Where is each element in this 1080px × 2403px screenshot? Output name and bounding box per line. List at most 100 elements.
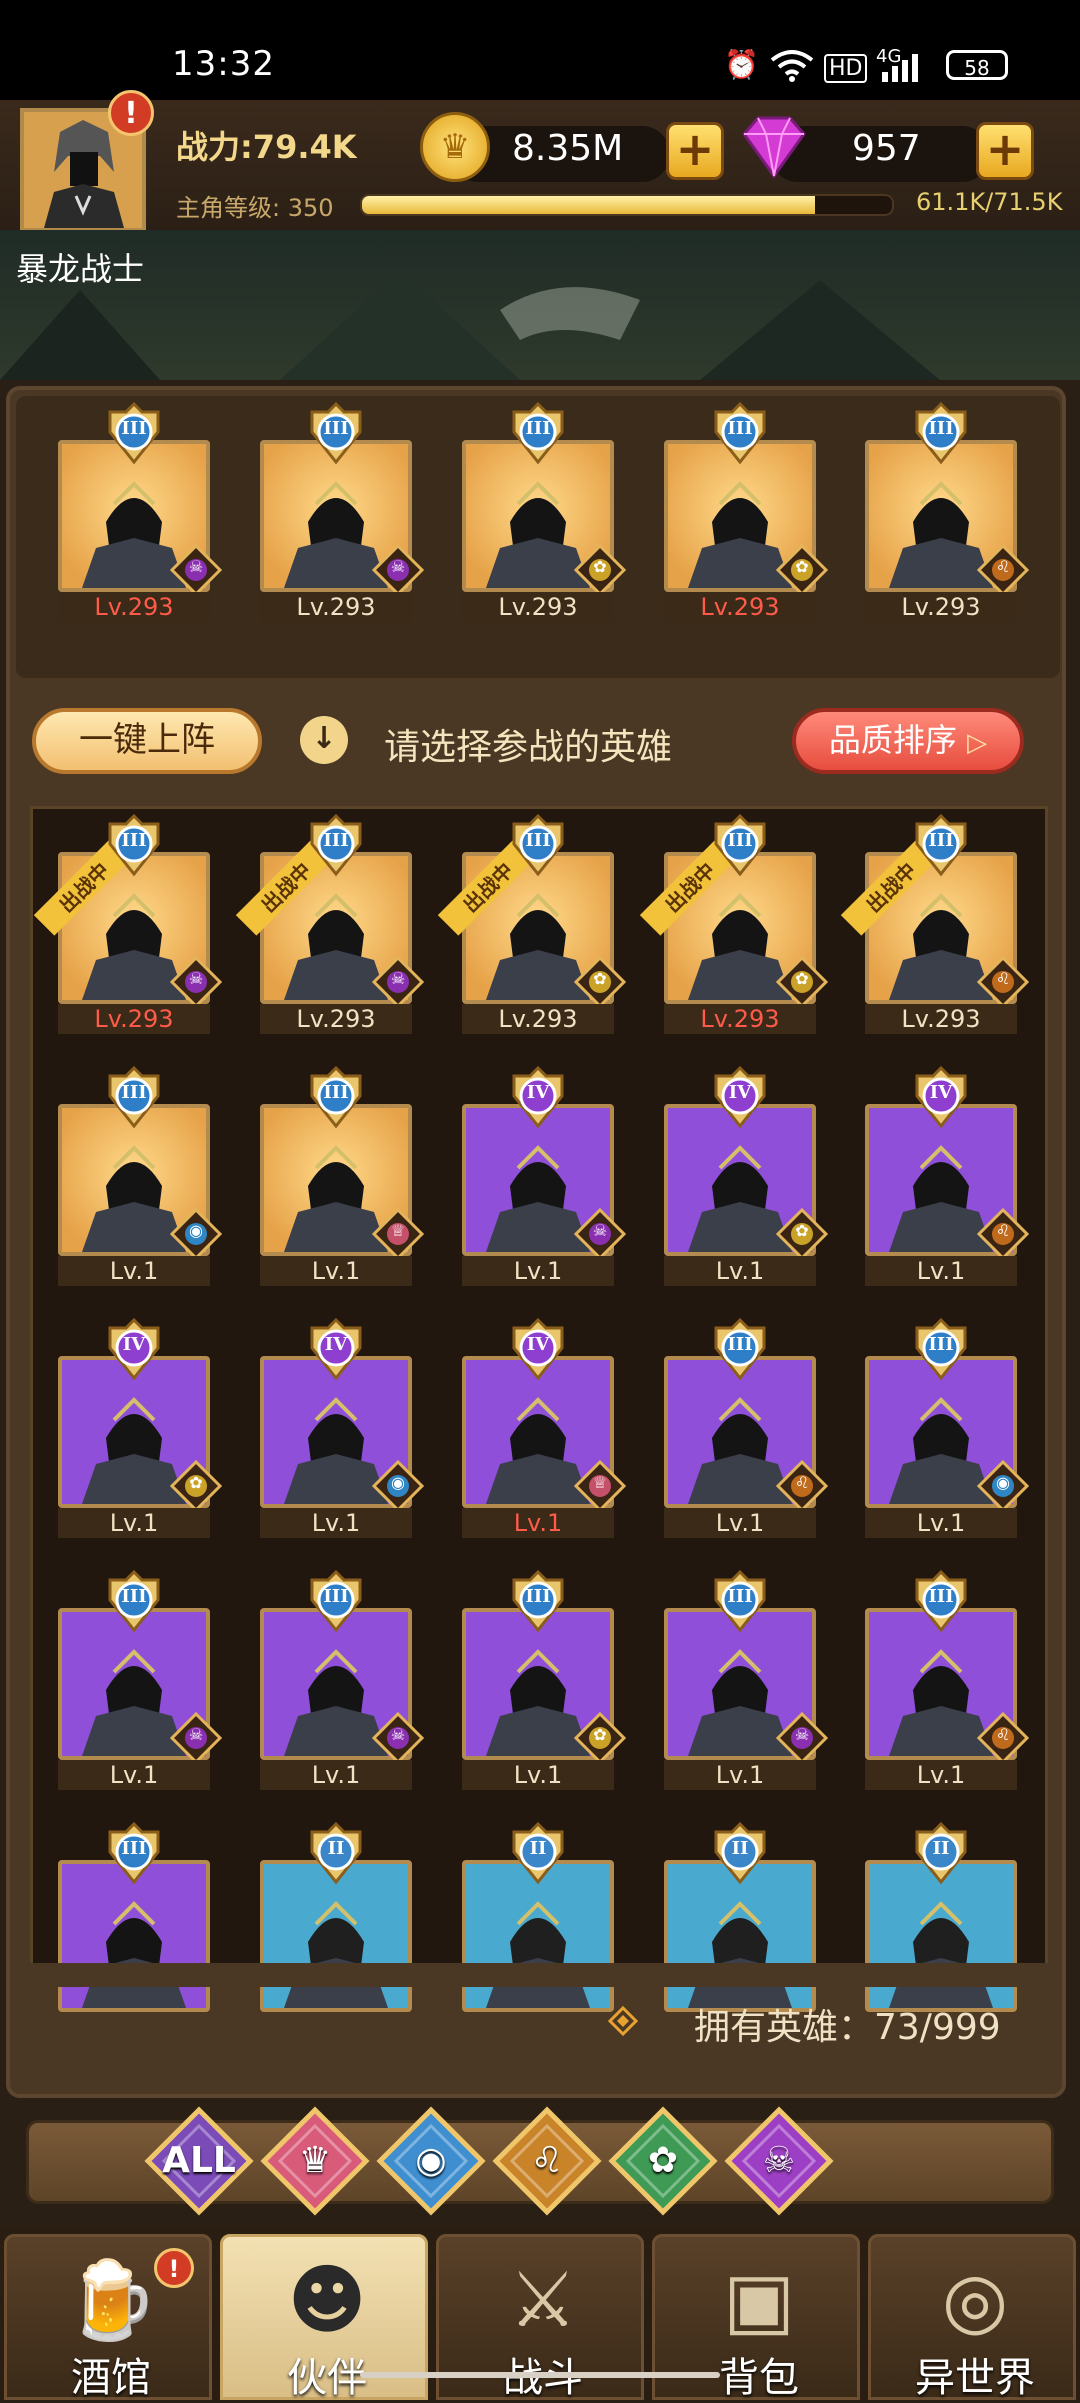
grid-rank-label: II bbox=[932, 1838, 950, 1859]
lineup-race-glyph: ☠ bbox=[188, 557, 204, 576]
filter-demon-race-button[interactable]: ☠ bbox=[724, 2106, 834, 2216]
grid-rank-badge-icon: III bbox=[909, 1317, 973, 1382]
grid-race-glyph: ✿ bbox=[593, 969, 607, 988]
filter-goblin-race-button[interactable]: ◉ bbox=[376, 2106, 486, 2216]
lineup-hero-level: Lv.293 bbox=[865, 592, 1017, 622]
lineup-race-glyph: ☠ bbox=[390, 557, 406, 576]
lineup-rank-badge-icon: III bbox=[304, 401, 368, 466]
quick-deploy-button[interactable]: 一键上阵 bbox=[32, 708, 262, 774]
grid-rank-label: III bbox=[727, 1586, 753, 1607]
status-time: 13:32 bbox=[172, 44, 275, 84]
grid-rank-badge-icon: IV bbox=[506, 1317, 570, 1382]
grid-rank-label: IV bbox=[526, 1082, 550, 1103]
avatar-alert-badge: ! bbox=[108, 90, 154, 136]
hd-indicator: HD bbox=[824, 54, 868, 83]
grid-rank-badge-icon: III bbox=[102, 1821, 166, 1886]
lineup-rank-label: III bbox=[525, 418, 551, 439]
grid-hero-level: Lv.1 bbox=[58, 1256, 210, 1286]
grid-race-glyph: ☠ bbox=[188, 1725, 204, 1744]
lineup-race-glyph: ✿ bbox=[795, 557, 809, 576]
grid-race-glyph: ♌ bbox=[794, 1473, 810, 1492]
grid-rank-badge-icon: III bbox=[304, 1569, 368, 1634]
add-gems-button[interactable]: + bbox=[976, 122, 1034, 180]
grid-race-glyph: ◉ bbox=[996, 1473, 1010, 1492]
grid-demon-race-icon: ☠ bbox=[573, 1207, 627, 1261]
filter-all-button[interactable]: ALL bbox=[144, 2106, 254, 2216]
grid-rank-label: III bbox=[525, 1586, 551, 1607]
grid-hero-level: Lv.1 bbox=[58, 1508, 210, 1538]
grid-rank-label: III bbox=[727, 830, 753, 851]
grid-rank-badge-icon: III bbox=[304, 813, 368, 878]
grid-hero-level: Lv.1 bbox=[462, 1508, 614, 1538]
grid-goblin-race-icon: ◉ bbox=[169, 1207, 223, 1261]
grid-beast-race-icon: ♌ bbox=[976, 1711, 1030, 1765]
lineup-hero-level: Lv.293 bbox=[58, 592, 210, 622]
xp-progress-fill bbox=[362, 196, 815, 214]
nav-label: 异世界 bbox=[915, 2355, 1035, 2401]
grid-hero-level: Lv.293 bbox=[260, 1004, 412, 1034]
sort-button-label: 品质排序 bbox=[828, 721, 957, 759]
grid-rank-badge-icon: II bbox=[506, 1821, 570, 1886]
grid-demon-race-icon: ☠ bbox=[371, 1711, 425, 1765]
grid-hero-level: Lv.1 bbox=[664, 1256, 816, 1286]
xp-text: 61.1K/71.5K bbox=[916, 188, 1063, 216]
filter-human-race-button[interactable]: ♛ bbox=[260, 2106, 370, 2216]
grid-rank-badge-icon: III bbox=[102, 1569, 166, 1634]
grid-rank-badge-icon: IV bbox=[304, 1317, 368, 1382]
grid-hero-level: Lv.1 bbox=[462, 1760, 614, 1790]
add-gold-button[interactable]: + bbox=[666, 122, 724, 180]
grid-beast-race-icon: ♌ bbox=[976, 1207, 1030, 1261]
filter-elf-race-button[interactable]: ✿ bbox=[608, 2106, 718, 2216]
grid-race-glyph: ✿ bbox=[795, 1221, 809, 1240]
grid-rank-label: III bbox=[928, 1586, 954, 1607]
home-indicator[interactable] bbox=[360, 2372, 720, 2378]
battery-indicator: 58 bbox=[946, 50, 1008, 80]
nav-portal[interactable]: ◎ 异世界 bbox=[868, 2234, 1076, 2401]
grid-rank-label: III bbox=[727, 1334, 753, 1355]
lineup-demon-race-icon: ☠ bbox=[169, 543, 223, 597]
portal-icon: ◎ bbox=[941, 2255, 1009, 2344]
grid-elf-race-icon: ✿ bbox=[775, 955, 829, 1009]
grid-rank-label: IV bbox=[526, 1334, 550, 1355]
gem-icon bbox=[736, 112, 812, 182]
grid-rank-label: III bbox=[525, 830, 551, 851]
filter-beast-race-button[interactable]: ♌ bbox=[492, 2106, 602, 2216]
grid-race-glyph: ♕ bbox=[592, 1473, 608, 1492]
grid-race-glyph: ✿ bbox=[189, 1473, 203, 1492]
grid-hero-level: Lv.293 bbox=[462, 1004, 614, 1034]
grid-race-glyph: ♌ bbox=[995, 1221, 1011, 1240]
grid-human-race-icon: ♕ bbox=[371, 1207, 425, 1261]
grid-rank-badge-icon: III bbox=[708, 1317, 772, 1382]
grid-race-glyph: ♌ bbox=[995, 1725, 1011, 1744]
grid-beast-race-icon: ♌ bbox=[775, 1459, 829, 1513]
grid-rank-badge-icon: III bbox=[506, 813, 570, 878]
grid-rank-badge-icon: II bbox=[708, 1821, 772, 1886]
quality-sort-button[interactable]: 品质排序 ▷ bbox=[792, 708, 1024, 774]
combat-power: 战力:79.4K bbox=[176, 128, 357, 166]
grid-rank-label: III bbox=[121, 1586, 147, 1607]
lineup-rank-label: III bbox=[323, 418, 349, 439]
grid-demon-race-icon: ☠ bbox=[371, 955, 425, 1009]
grid-hero-level: Lv.1 bbox=[865, 1256, 1017, 1286]
grid-rank-label: III bbox=[928, 830, 954, 851]
grid-hero-level: Lv.1 bbox=[865, 1760, 1017, 1790]
tavern-alert-badge: ! bbox=[154, 2248, 194, 2288]
grid-rank-badge-icon: III bbox=[909, 813, 973, 878]
grid-rank-badge-icon: II bbox=[304, 1821, 368, 1886]
grid-elf-race-icon: ✿ bbox=[169, 1459, 223, 1513]
grid-rank-badge-icon: III bbox=[304, 1065, 368, 1130]
grid-hero-level: Lv.1 bbox=[462, 1256, 614, 1286]
grid-race-glyph: ◉ bbox=[189, 1221, 203, 1240]
grid-beast-race-icon: ♌ bbox=[976, 955, 1030, 1009]
grid-rank-badge-icon: IV bbox=[909, 1065, 973, 1130]
grid-elf-race-icon: ✿ bbox=[775, 1207, 829, 1261]
grid-demon-race-icon: ☠ bbox=[169, 1711, 223, 1765]
lineup-rank-label: III bbox=[928, 418, 954, 439]
grid-rank-label: IV bbox=[929, 1082, 953, 1103]
lineup-hero-level: Lv.293 bbox=[664, 592, 816, 622]
partner-icon: ☻ bbox=[287, 2255, 367, 2344]
gem-value: 957 bbox=[852, 128, 921, 169]
nav-label: 酒馆 bbox=[71, 2355, 151, 2401]
grid-hero-level: Lv.1 bbox=[260, 1508, 412, 1538]
backpack-icon: ▣ bbox=[723, 2255, 795, 2344]
